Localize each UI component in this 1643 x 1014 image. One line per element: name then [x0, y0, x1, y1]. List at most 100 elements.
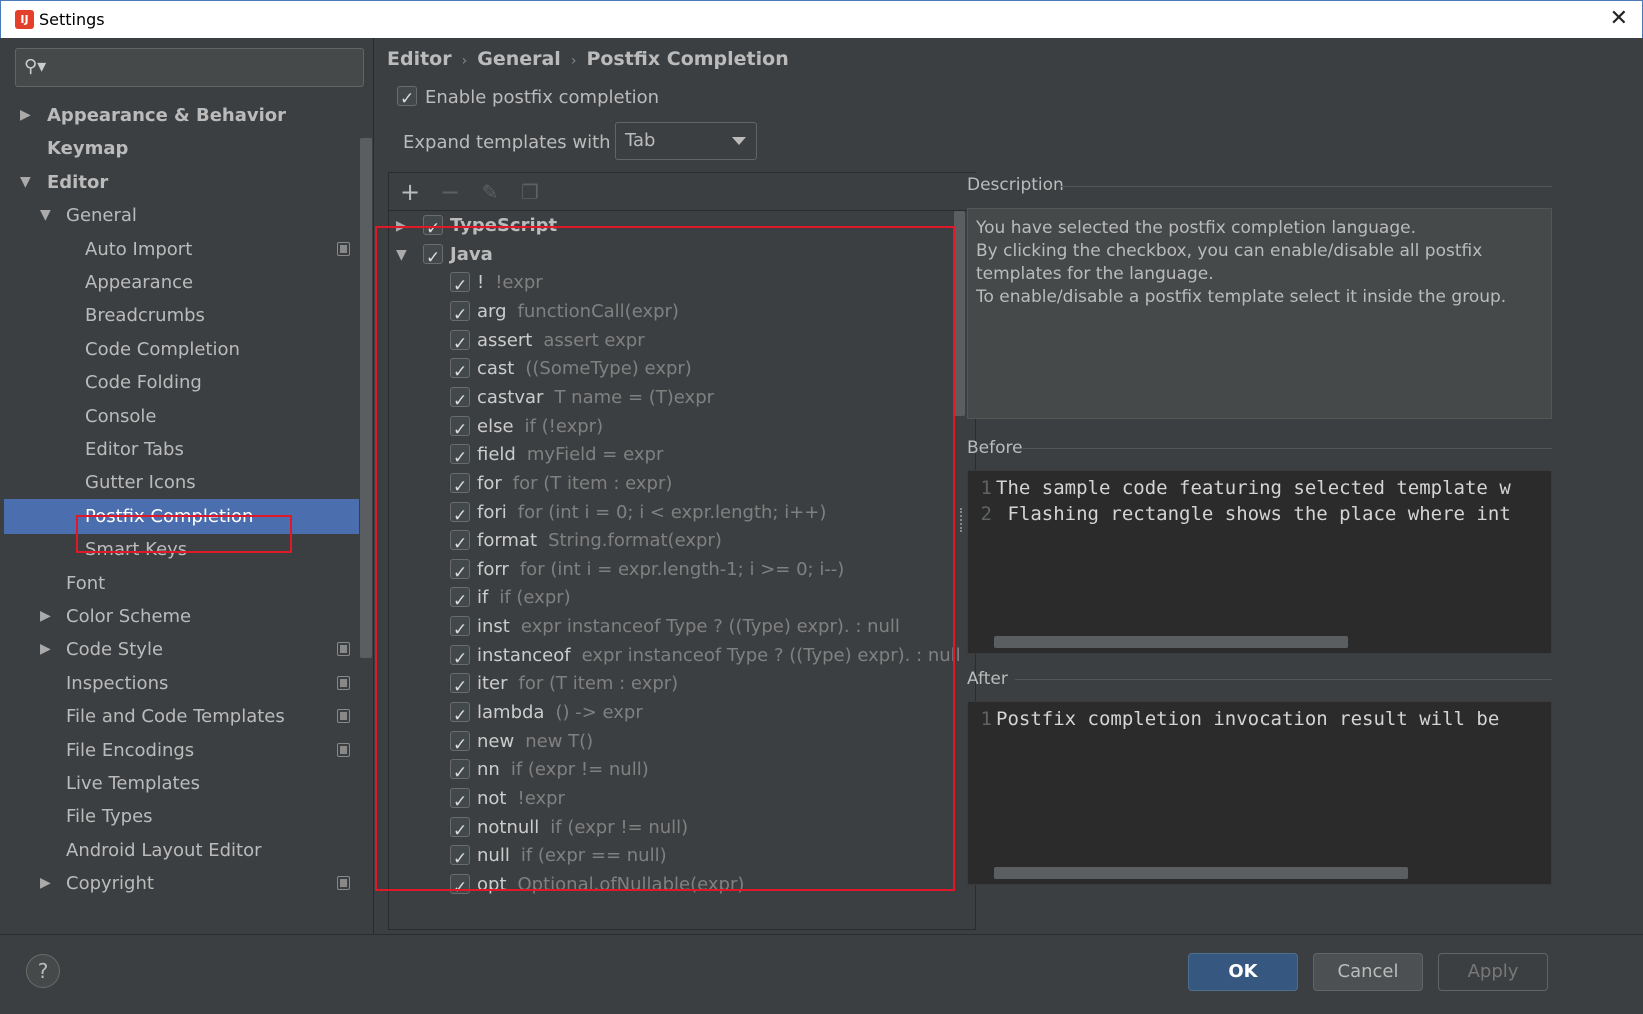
ok-button[interactable]: OK [1188, 953, 1298, 991]
template-checkbox[interactable] [450, 615, 470, 645]
tree-item[interactable]: ▶ Copyright [4, 866, 359, 901]
tree-item[interactable]: Code Completion [4, 332, 359, 367]
tree-item[interactable]: ▼ Editor [4, 165, 359, 200]
template-row[interactable]: null if (expr == null) [389, 841, 959, 874]
tree-item[interactable]: File Encodings [4, 733, 359, 768]
copy-template-button[interactable]: ❐ [515, 177, 545, 207]
splitter-handle[interactable] [960, 508, 965, 532]
cancel-button[interactable]: Cancel [1313, 953, 1423, 991]
template-row[interactable]: else if (!expr) [389, 412, 959, 445]
tree-item[interactable]: Live Templates [4, 766, 359, 801]
template-checkbox[interactable] [450, 787, 470, 817]
template-row[interactable]: instanceof expr instanceof Type ? ((Type)… [389, 641, 961, 674]
template-checkbox[interactable] [450, 873, 470, 903]
template-checkbox[interactable] [450, 529, 470, 559]
language-group-row[interactable]: ▼ Java [389, 240, 959, 273]
breadcrumb-item[interactable]: General [477, 48, 561, 70]
expanded-arrow-icon[interactable]: ▼ [396, 240, 407, 270]
template-row[interactable]: nn if (expr != null) [389, 755, 959, 788]
template-row[interactable]: if if (expr) [389, 583, 959, 616]
template-row[interactable]: iter for (T item : expr) [389, 669, 959, 702]
template-row[interactable]: inst expr instanceof Type ? ((Type) expr)… [389, 612, 959, 645]
templates-scrollbar[interactable] [954, 211, 965, 416]
collapsed-arrow-icon[interactable]: ▶ [20, 98, 31, 133]
tree-item[interactable]: File and Code Templates [4, 699, 359, 734]
template-row[interactable]: not !expr [389, 784, 959, 817]
template-row[interactable]: notnull if (expr != null) [389, 813, 959, 846]
tree-item[interactable]: Console [4, 399, 359, 434]
add-template-button[interactable]: + [395, 177, 425, 207]
template-checkbox[interactable] [450, 300, 470, 330]
template-checkbox[interactable] [450, 844, 470, 874]
language-checkbox[interactable] [423, 243, 443, 273]
language-group-row[interactable]: ▶ TypeScript [389, 211, 959, 244]
tree-item[interactable]: Breadcrumbs [4, 298, 359, 333]
tree-item[interactable]: ▶ Code Style [4, 632, 359, 667]
template-checkbox[interactable] [450, 357, 470, 387]
settings-search-input[interactable]: ⚲▾ [15, 48, 364, 87]
expand-templates-select[interactable]: Tab [615, 122, 757, 160]
tree-item[interactable]: ▶ Color Scheme [4, 599, 359, 634]
template-row[interactable]: fori for (int i = 0; i < expr.length; i++… [389, 498, 959, 531]
expanded-arrow-icon[interactable]: ▼ [40, 198, 51, 233]
sidebar-scrollbar[interactable] [360, 138, 372, 658]
tree-item[interactable]: Appearance [4, 265, 359, 300]
template-checkbox[interactable] [450, 271, 470, 301]
template-checkbox[interactable] [450, 816, 470, 846]
template-checkbox[interactable] [450, 644, 470, 674]
after-horizontal-scrollbar[interactable] [994, 867, 1408, 879]
template-row[interactable]: field myField = expr [389, 440, 959, 473]
tree-item[interactable]: Postfix Completion [4, 498, 359, 534]
template-checkbox[interactable] [450, 586, 470, 616]
tree-item[interactable]: Font [4, 566, 359, 601]
template-checkbox[interactable] [450, 443, 470, 473]
template-checkbox[interactable] [450, 730, 470, 760]
breadcrumb-item[interactable]: Editor [387, 48, 452, 70]
template-checkbox[interactable] [450, 558, 470, 588]
enable-postfix-row[interactable]: Enable postfix completion [397, 84, 659, 113]
help-button[interactable]: ? [26, 954, 60, 988]
expanded-arrow-icon[interactable]: ▼ [20, 165, 31, 200]
template-row[interactable]: lambda () -> expr [389, 698, 959, 731]
tree-item[interactable]: Keymap [4, 131, 359, 166]
template-checkbox[interactable] [450, 329, 470, 359]
language-checkbox[interactable] [423, 214, 443, 244]
template-row[interactable]: arg functionCall(expr) [389, 297, 959, 330]
template-row[interactable]: castvar T name = (T)expr [389, 383, 959, 416]
template-row[interactable]: format String.format(expr) [389, 526, 959, 559]
enable-postfix-checkbox[interactable] [397, 85, 417, 113]
template-checkbox[interactable] [450, 701, 470, 731]
apply-button[interactable]: Apply [1438, 953, 1548, 991]
tree-item[interactable]: ▼ General [4, 198, 359, 233]
edit-template-button[interactable]: ✎ [475, 177, 505, 207]
template-checkbox[interactable] [450, 386, 470, 416]
remove-template-button[interactable]: − [435, 177, 465, 207]
enable-postfix-label[interactable]: Enable postfix completion [425, 87, 659, 108]
template-checkbox[interactable] [450, 672, 470, 702]
template-row[interactable]: ! !expr [389, 268, 959, 301]
close-icon[interactable]: ✕ [1610, 6, 1628, 32]
template-row[interactable]: forr for (int i = expr.length-1; i >= 0; … [389, 555, 959, 588]
template-row[interactable]: assert assert expr [389, 326, 959, 359]
collapsed-arrow-icon[interactable]: ▶ [40, 632, 51, 667]
template-checkbox[interactable] [450, 415, 470, 445]
template-row[interactable]: opt Optional.ofNullable(expr) [389, 870, 959, 903]
template-checkbox[interactable] [450, 501, 470, 531]
collapsed-arrow-icon[interactable]: ▶ [40, 866, 51, 901]
tree-item[interactable]: Code Folding [4, 365, 359, 400]
tree-item[interactable]: ▶ Appearance & Behavior [4, 98, 359, 133]
template-row[interactable]: cast ((SomeType) expr) [389, 354, 959, 387]
tree-item[interactable]: Auto Import [4, 232, 359, 267]
tree-item[interactable]: Smart Keys [4, 532, 359, 567]
collapsed-arrow-icon[interactable]: ▶ [40, 599, 51, 634]
collapsed-arrow-icon[interactable]: ▶ [396, 211, 407, 241]
template-row[interactable]: new new T() [389, 727, 959, 760]
tree-item[interactable]: Android Layout Editor [4, 833, 359, 868]
tree-item[interactable]: Editor Tabs [4, 432, 359, 467]
tree-item[interactable]: Gutter Icons [4, 465, 359, 500]
tree-item[interactable]: Inspections [4, 666, 359, 701]
template-row[interactable]: for for (T item : expr) [389, 469, 959, 502]
tree-item[interactable]: File Types [4, 799, 359, 834]
template-checkbox[interactable] [450, 758, 470, 788]
before-horizontal-scrollbar[interactable] [994, 636, 1348, 648]
